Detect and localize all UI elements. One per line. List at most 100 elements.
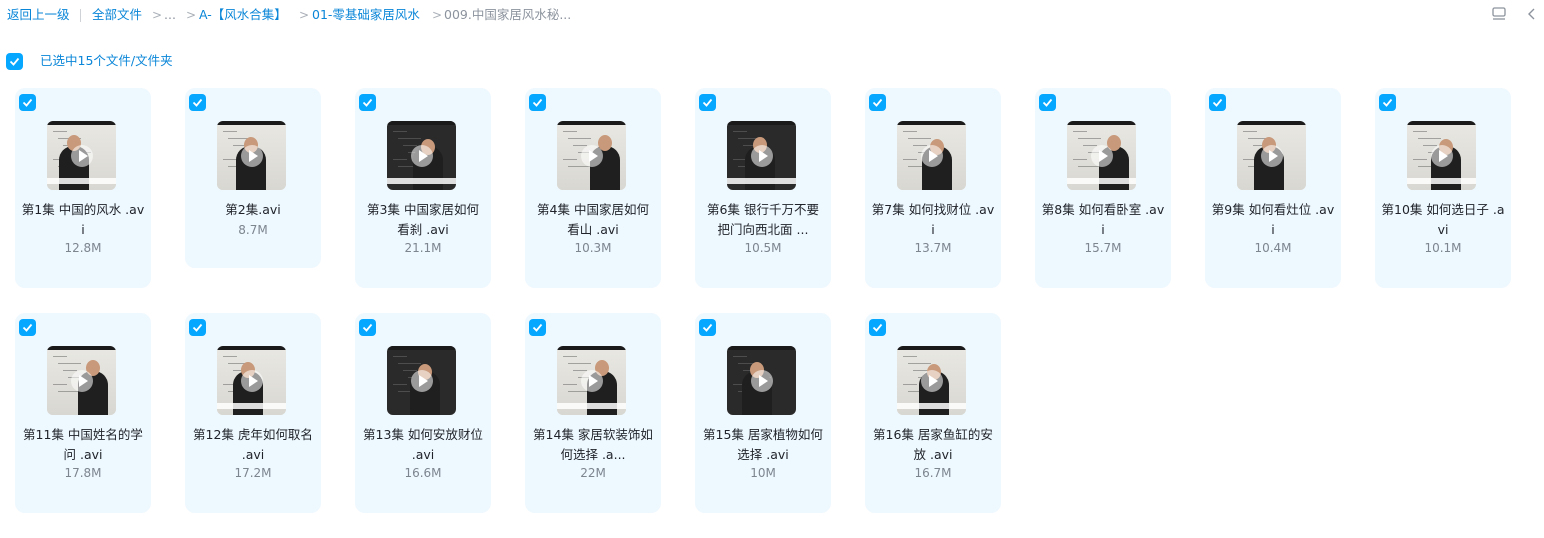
video-thumbnail[interactable] [557,121,626,190]
play-icon [921,145,943,167]
play-icon [581,145,603,167]
file-name: 第12集 虎年如何取名 .avi [193,427,313,462]
file-checkbox[interactable] [189,94,206,111]
video-thumbnail[interactable] [897,346,966,415]
file-card[interactable]: 第9集 如何看灶位 .avi 10.4M [1205,88,1341,288]
file-card[interactable]: 第7集 如何找财位 .avi 13.7M [865,88,1001,288]
file-name: 第13集 如何安放财位 .avi [363,427,483,462]
file-checkbox[interactable] [869,94,886,111]
file-name: 第6集 银行千万不要把门向西北面 ... [707,202,819,237]
file-card[interactable]: 第15集 居家植物如何选择 .avi 10M [695,313,831,513]
file-checkbox[interactable] [19,319,36,336]
video-thumbnail[interactable] [1067,121,1136,190]
file-card[interactable]: 第6集 银行千万不要把门向西北面 ... 10.5M [695,88,831,288]
video-thumbnail[interactable] [727,346,796,415]
breadcrumb-seg2[interactable]: 01-零基础家居风水 [312,6,420,24]
breadcrumb: 返回上一级 全部文件 > ... > A-【风水合集】 > 01-零基础家居风水… [0,0,1544,30]
file-name: 第14集 家居软装饰如何选择 .a... [533,427,653,462]
file-checkbox[interactable] [359,94,376,111]
video-thumbnail[interactable] [727,121,796,190]
video-thumbnail[interactable] [217,346,286,415]
file-name: 第9集 如何看灶位 .avi [1211,202,1335,237]
video-thumbnail[interactable] [1407,121,1476,190]
file-size: 16.6M [404,466,442,480]
file-size: 10.1M [1424,241,1462,255]
file-card[interactable]: 第3集 中国家居如何看刹 .avi 21.1M [355,88,491,288]
video-thumbnail[interactable] [387,121,456,190]
breadcrumb-separator: > [432,8,443,22]
breadcrumb-root[interactable]: 全部文件 [92,6,142,24]
file-name: 第4集 中国家居如何看山 .avi [537,202,649,237]
file-name: 第10集 如何选日子 .avi [1381,202,1505,237]
file-size: 17.8M [64,466,102,480]
file-name: 第16集 居家鱼缸的安放 .avi [873,427,993,462]
file-card[interactable]: 第12集 虎年如何取名 .avi 17.2M [185,313,321,513]
file-size: 13.7M [914,241,952,255]
file-checkbox[interactable] [189,319,206,336]
play-icon [241,145,263,167]
play-icon [751,145,773,167]
file-size: 16.7M [914,466,952,480]
list-view-icon[interactable] [1491,6,1509,24]
file-size: 10.5M [744,241,782,255]
play-icon [1091,145,1113,167]
play-icon [581,370,603,392]
select-all-checkbox[interactable] [6,53,23,70]
play-icon [411,370,433,392]
video-thumbnail[interactable] [47,346,116,415]
breadcrumb-ellipsis[interactable]: ... [164,6,176,24]
file-card[interactable]: 第14集 家居软装饰如何选择 .a... 22M [525,313,661,513]
video-thumbnail[interactable] [557,346,626,415]
video-thumbnail[interactable] [217,121,286,190]
file-card[interactable]: 第16集 居家鱼缸的安放 .avi 16.7M [865,313,1001,513]
file-card[interactable]: 第13集 如何安放财位 .avi 16.6M [355,313,491,513]
play-icon [751,370,773,392]
play-icon [1431,145,1453,167]
selection-count-label: 已选中15个文件/文件夹 [40,53,173,68]
file-checkbox[interactable] [699,319,716,336]
file-checkbox[interactable] [529,319,546,336]
file-size: 12.8M [64,241,102,255]
file-checkbox[interactable] [1039,94,1056,111]
file-checkbox[interactable] [359,319,376,336]
file-checkbox[interactable] [19,94,36,111]
file-checkbox[interactable] [699,94,716,111]
file-card[interactable]: 第1集 中国的风水 .avi 12.8M [15,88,151,288]
chevron-left-icon[interactable] [1524,6,1542,24]
file-checkbox[interactable] [1379,94,1396,111]
video-thumbnail[interactable] [387,346,456,415]
file-size: 8.7M [238,223,268,237]
file-size: 22M [580,466,606,480]
file-card[interactable]: 第11集 中国姓名的学问 .avi 17.8M [15,313,151,513]
play-icon [241,370,263,392]
file-card[interactable]: 第2集.avi 8.7M [185,88,321,268]
file-checkbox[interactable] [529,94,546,111]
file-checkbox[interactable] [1209,94,1226,111]
play-icon [71,370,93,392]
breadcrumb-separator: > [152,8,163,22]
play-icon [71,145,93,167]
file-size: 10.3M [574,241,612,255]
play-icon [921,370,943,392]
file-card[interactable]: 第8集 如何看卧室 .avi 15.7M [1035,88,1171,288]
breadcrumb-current: 009.中国家居风水秘... [444,7,572,22]
file-name: 第2集.avi [225,202,281,217]
file-name: 第11集 中国姓名的学问 .avi [23,427,143,462]
file-checkbox[interactable] [869,319,886,336]
video-thumbnail[interactable] [47,121,116,190]
file-size: 17.2M [234,466,272,480]
play-icon [1261,145,1283,167]
file-name: 第8集 如何看卧室 .avi [1041,202,1165,237]
file-name: 第15集 居家植物如何选择 .avi [703,427,823,462]
video-thumbnail[interactable] [1237,121,1306,190]
file-card[interactable]: 第10集 如何选日子 .avi 10.1M [1375,88,1511,288]
file-card[interactable]: 第4集 中国家居如何看山 .avi 10.3M [525,88,661,288]
file-size: 15.7M [1084,241,1122,255]
back-link[interactable]: 返回上一级 [7,6,70,24]
video-thumbnail[interactable] [897,121,966,190]
breadcrumb-seg1[interactable]: A-【风水合集】 [199,6,287,24]
file-size: 21.1M [404,241,442,255]
file-name: 第1集 中国的风水 .avi [21,202,145,237]
divider [80,9,81,22]
file-size: 10.4M [1254,241,1292,255]
